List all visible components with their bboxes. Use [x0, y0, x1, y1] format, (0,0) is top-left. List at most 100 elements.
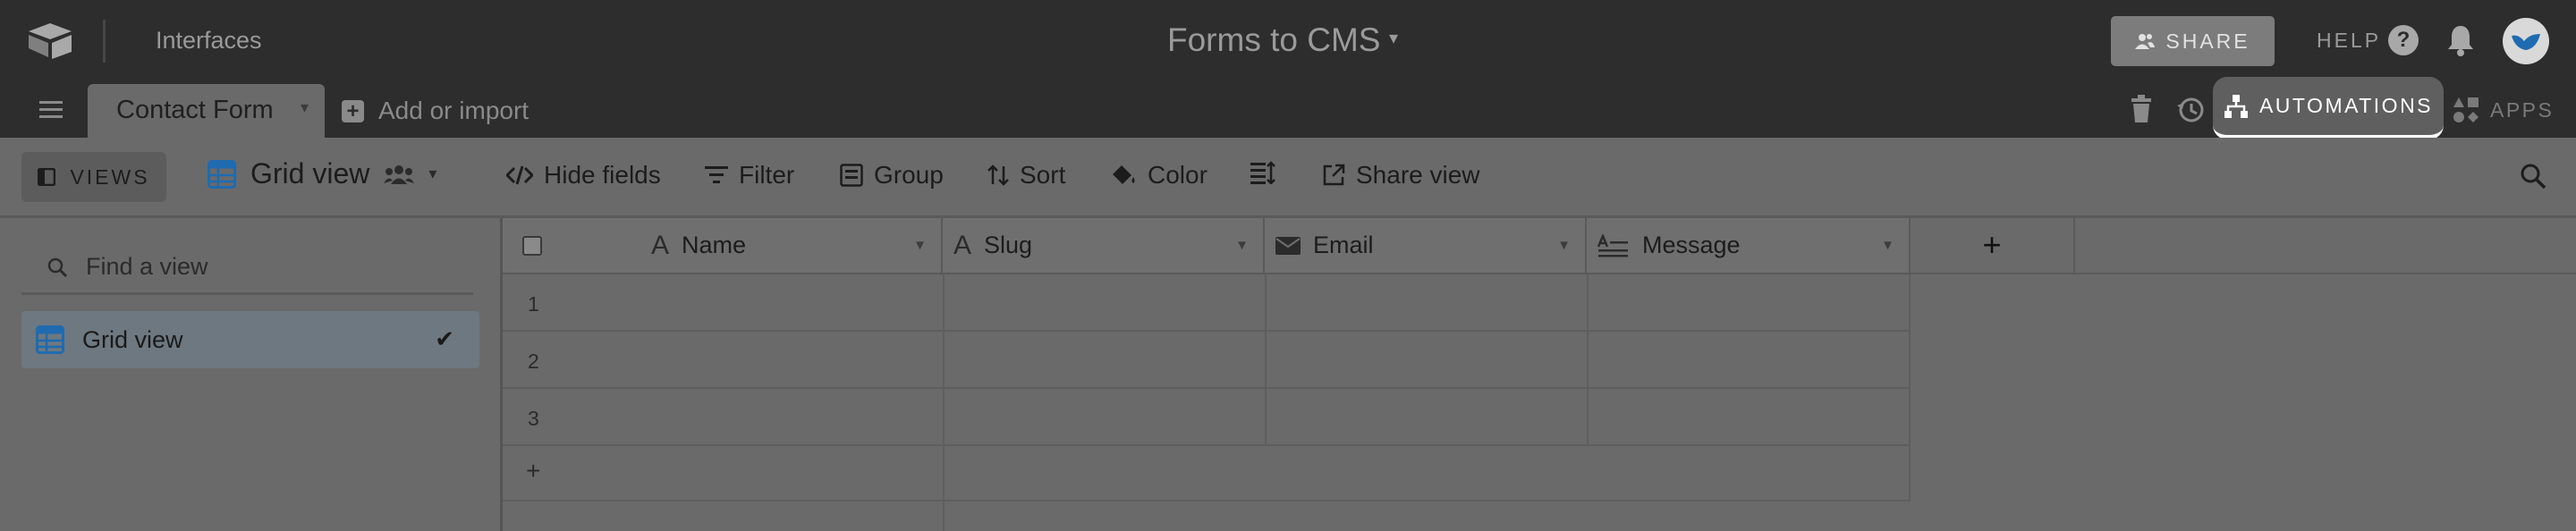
- users-icon: [2135, 34, 2156, 49]
- cell-divider: [943, 446, 945, 500]
- current-view-name: Grid view: [250, 157, 370, 190]
- row-height-button[interactable]: [1250, 161, 1275, 184]
- chevron-down-icon[interactable]: ▼: [913, 238, 927, 253]
- interfaces-link[interactable]: Interfaces: [156, 27, 262, 55]
- apps-icon: [2453, 97, 2479, 122]
- history-icon[interactable]: [2175, 95, 2206, 125]
- tab-label: Contact Form: [116, 96, 274, 124]
- column-header-email[interactable]: Email ▼: [1265, 218, 1587, 274]
- text-field-icon: A: [953, 230, 972, 260]
- table-row[interactable]: 1: [503, 274, 1911, 332]
- view-switcher[interactable]: Grid view ▾: [208, 157, 436, 190]
- apps-label: APPS: [2490, 97, 2555, 122]
- chevron-down-icon[interactable]: ▼: [1881, 238, 1894, 253]
- add-or-import-button[interactable]: + Add or import: [342, 97, 529, 125]
- color-button[interactable]: Color: [1112, 161, 1208, 190]
- add-or-import-label: Add or import: [378, 97, 530, 124]
- cell-divider: [1265, 332, 1267, 387]
- tab-contact-form[interactable]: Contact Form ▾: [88, 84, 325, 138]
- top-bar: Interfaces Forms to CMS ▾ SHARE HELP ?: [0, 0, 2576, 84]
- row-number: 3: [528, 407, 539, 430]
- cell-divider: [943, 274, 945, 330]
- hide-fields-icon: [506, 165, 533, 185]
- long-text-icon: [1597, 233, 1628, 257]
- share-label: SHARE: [2165, 29, 2250, 53]
- table-row[interactable]: 2: [503, 332, 1911, 389]
- plus-icon: +: [342, 99, 364, 122]
- add-column-button[interactable]: +: [1911, 218, 2075, 274]
- views-label: VIEWS: [70, 164, 150, 189]
- filter-label: Filter: [739, 161, 795, 189]
- paint-bucket-icon: [1113, 165, 1135, 184]
- grid-view-icon: [36, 325, 64, 354]
- column-header-label: Name: [682, 232, 747, 258]
- sidebar-item-label: Grid view: [82, 325, 183, 353]
- search-icon[interactable]: [2520, 163, 2546, 190]
- cell-divider: [1265, 274, 1267, 330]
- automations-label: AUTOMATIONS: [2258, 94, 2434, 117]
- airtable-logo-icon[interactable]: [27, 21, 73, 59]
- header-divider: [103, 20, 106, 63]
- grid-right-border: [1909, 274, 1911, 502]
- add-row-button[interactable]: +: [503, 446, 1911, 502]
- cell-divider: [1265, 389, 1267, 444]
- column-header-label: Slug: [984, 232, 1033, 258]
- row-number: 1: [528, 292, 539, 316]
- column-header-message[interactable]: Message ▼: [1587, 218, 1911, 274]
- chevron-down-icon[interactable]: ▾: [428, 164, 436, 183]
- select-all-checkbox[interactable]: [522, 235, 542, 256]
- help-icon[interactable]: ?: [2388, 25, 2419, 55]
- avatar[interactable]: [2503, 18, 2549, 64]
- collaborators-icon: [384, 164, 415, 184]
- sidebar-item-grid-view[interactable]: Grid view ✔: [21, 311, 479, 368]
- view-toolbar: VIEWS Grid view ▾ Hide fields Filter Gro…: [0, 138, 2576, 218]
- column-header-name[interactable]: A Name ▼: [503, 218, 943, 274]
- views-toggle-button[interactable]: VIEWS: [21, 152, 166, 202]
- cell-divider: [1587, 274, 1589, 330]
- hamburger-menu-icon[interactable]: [39, 100, 63, 120]
- external-link-icon: [1323, 164, 1345, 186]
- chevron-down-icon[interactable]: ▼: [1557, 238, 1571, 253]
- sidebar-toggle-icon: [38, 168, 56, 186]
- chevron-down-icon[interactable]: ▾: [1389, 27, 1398, 49]
- hide-fields-label: Hide fields: [544, 161, 661, 189]
- help-link[interactable]: HELP: [2317, 29, 2381, 53]
- automations-button[interactable]: AUTOMATIONS: [2213, 77, 2444, 139]
- sort-icon: [987, 164, 1009, 186]
- bell-icon[interactable]: [2446, 23, 2475, 57]
- share-view-button[interactable]: Share view: [1322, 161, 1480, 190]
- cell-divider: [1587, 389, 1589, 444]
- column-header-slug[interactable]: A Slug ▼: [943, 218, 1265, 274]
- sort-button[interactable]: Sort: [987, 161, 1065, 190]
- cell-divider: [1587, 332, 1589, 387]
- color-label: Color: [1148, 161, 1208, 189]
- column-header-label: Message: [1642, 232, 1741, 258]
- text-field-icon: A: [651, 230, 670, 260]
- automations-icon: [2224, 94, 2248, 118]
- chevron-down-icon[interactable]: ▼: [1235, 238, 1249, 253]
- checkmark-icon: ✔: [435, 325, 454, 352]
- column-header-label: Email: [1313, 232, 1374, 258]
- group-button[interactable]: Group: [840, 161, 944, 190]
- table-row[interactable]: 3: [503, 389, 1911, 446]
- header-filler: [2075, 218, 2576, 274]
- apps-button[interactable]: APPS: [2453, 97, 2554, 123]
- hide-fields-button[interactable]: Hide fields: [506, 161, 661, 190]
- bird-avatar-icon: [2512, 34, 2540, 50]
- sort-label: Sort: [1020, 161, 1066, 189]
- find-view-placeholder: Find a view: [86, 253, 208, 280]
- find-view-input[interactable]: Find a view: [21, 241, 473, 295]
- cell-divider: [943, 389, 945, 444]
- chevron-down-icon[interactable]: ▾: [301, 98, 309, 117]
- row-number: 2: [528, 350, 539, 373]
- trash-icon[interactable]: [2130, 95, 2153, 123]
- row-height-icon: [1250, 161, 1275, 184]
- search-icon: [47, 257, 68, 277]
- filter-icon: [705, 166, 728, 183]
- share-button[interactable]: SHARE: [2111, 16, 2275, 66]
- frozen-column-divider: [943, 502, 945, 531]
- base-title[interactable]: Forms to CMS: [1167, 21, 1380, 59]
- filter-button[interactable]: Filter: [705, 161, 794, 190]
- views-sidebar: Find a view Grid view ✔: [0, 218, 503, 531]
- email-field-icon: [1275, 236, 1301, 255]
